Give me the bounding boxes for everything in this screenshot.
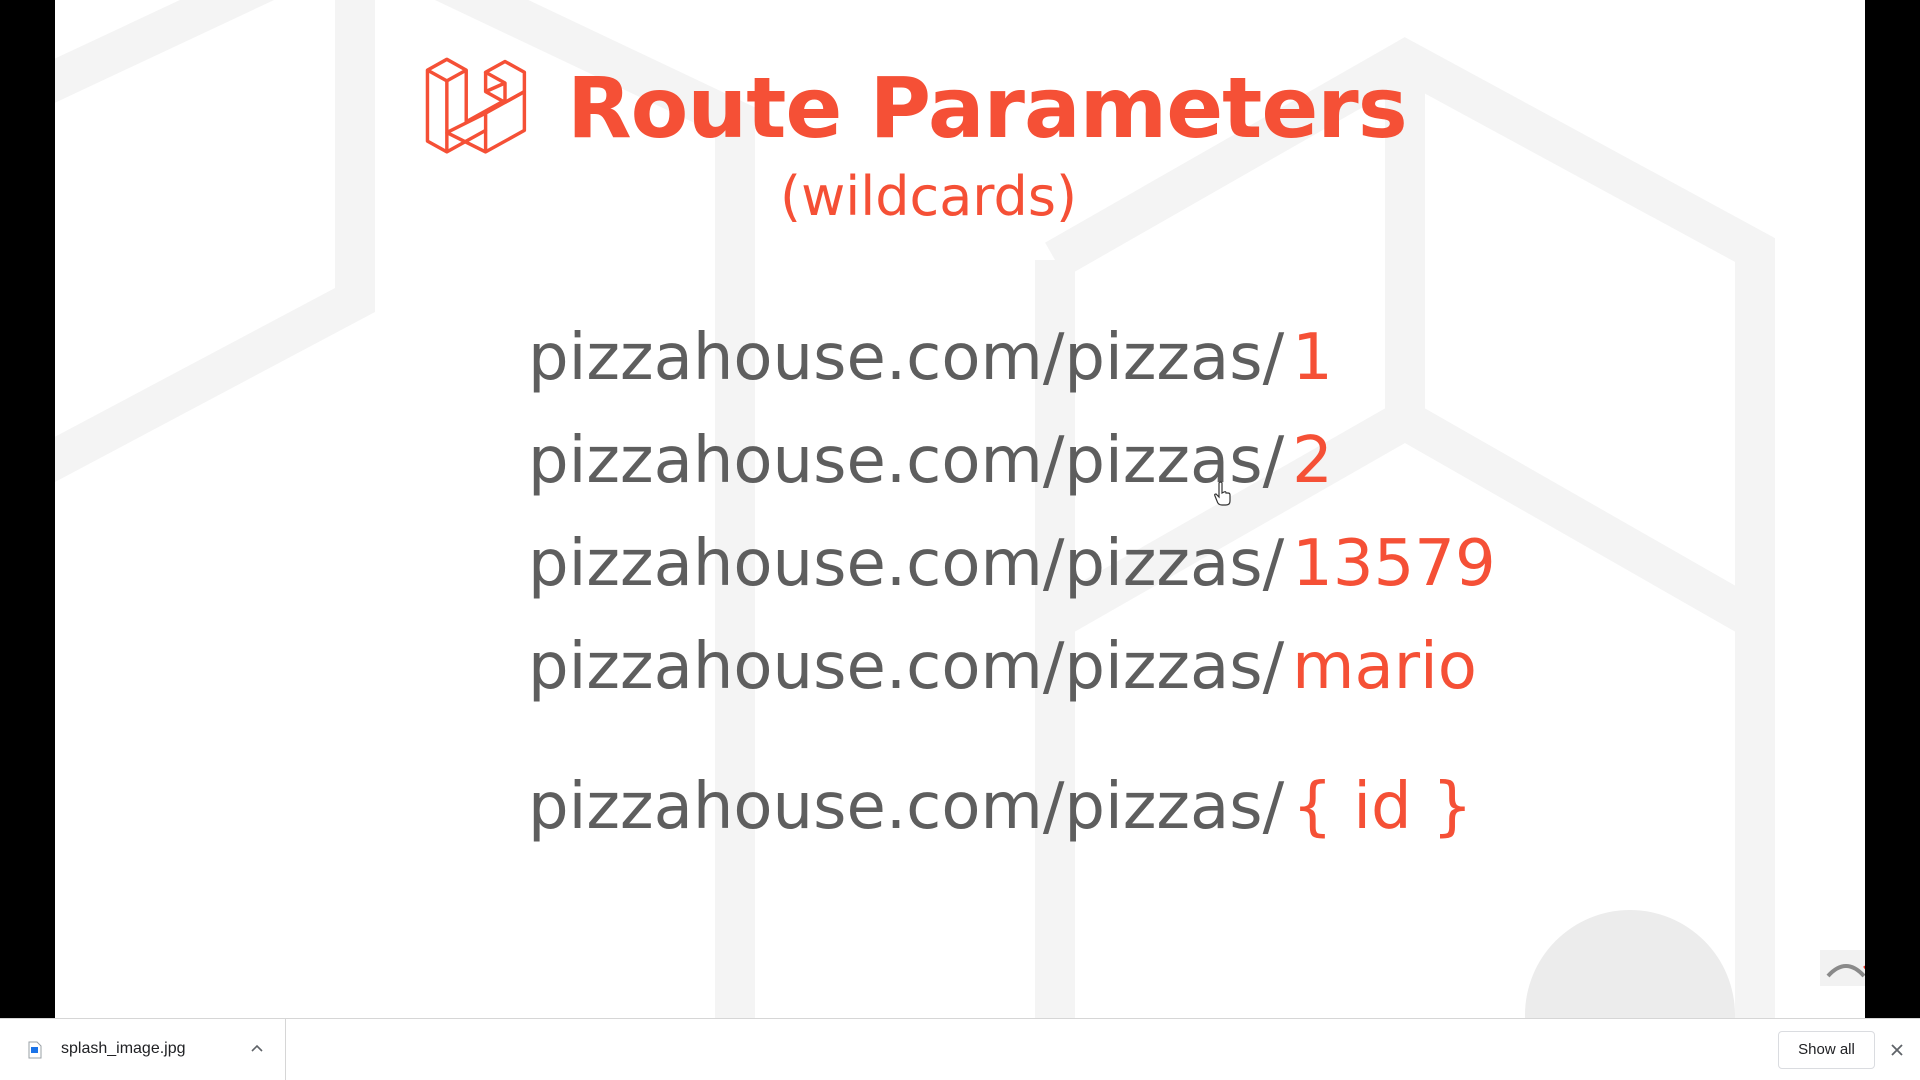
url-base: pizzahouse.com/pizzas/ bbox=[528, 630, 1285, 704]
laravel-logo-icon bbox=[425, 57, 527, 154]
url-example-3: pizzahouse.com/pizzas/13579 bbox=[528, 524, 1496, 604]
url-example-1: pizzahouse.com/pizzas/1 bbox=[528, 318, 1333, 398]
hand-cursor-icon bbox=[1214, 481, 1231, 506]
url-param: 13579 bbox=[1292, 527, 1496, 601]
download-file-name[interactable]: splash_image.jpg bbox=[61, 1039, 186, 1059]
channel-badge-icon bbox=[1820, 950, 1865, 986]
chevron-up-icon[interactable] bbox=[250, 1041, 264, 1055]
url-base: pizzahouse.com/pizzas/ bbox=[528, 424, 1285, 498]
url-param: 1 bbox=[1292, 321, 1333, 395]
presentation-slide: Route Parameters (wildcards) pizzahouse.… bbox=[55, 0, 1865, 1018]
url-base: pizzahouse.com/pizzas/ bbox=[528, 527, 1285, 601]
slide-subtitle: (wildcards) bbox=[780, 165, 1078, 228]
show-all-button[interactable]: Show all bbox=[1778, 1031, 1875, 1069]
url-param: { id } bbox=[1292, 770, 1473, 844]
download-bar: splash_image.jpg Show all bbox=[0, 1018, 1920, 1080]
url-example-4: pizzahouse.com/pizzas/mario bbox=[528, 627, 1477, 707]
image-file-icon bbox=[28, 1041, 42, 1059]
url-base: pizzahouse.com/pizzas/ bbox=[528, 321, 1285, 395]
url-param: mario bbox=[1292, 630, 1477, 704]
url-wildcard: pizzahouse.com/pizzas/{ id } bbox=[528, 767, 1473, 847]
url-param: 2 bbox=[1292, 424, 1333, 498]
url-base: pizzahouse.com/pizzas/ bbox=[528, 770, 1285, 844]
download-item[interactable]: splash_image.jpg bbox=[0, 1019, 286, 1080]
close-icon[interactable] bbox=[1887, 1040, 1907, 1060]
url-example-2: pizzahouse.com/pizzas/2 bbox=[528, 421, 1333, 501]
slide-title: Route Parameters bbox=[567, 59, 1408, 157]
